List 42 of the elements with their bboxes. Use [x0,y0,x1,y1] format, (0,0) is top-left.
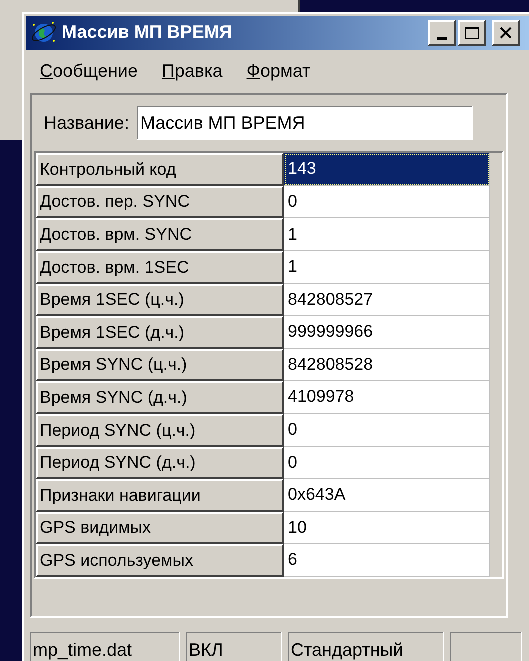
status-panel-empty [450,632,522,661]
value-cell[interactable]: 10 [284,512,490,544]
menu-item[interactable]: Правка [162,58,223,85]
row-header: Время SYNC (д.ч.) [36,381,284,414]
row-header: Время 1SEC (д.ч.) [36,316,284,349]
status-panel: mp_time.dat [30,632,180,661]
row-header: GPS используемых [36,544,284,577]
value-cell[interactable]: 0 [284,414,490,447]
row-header: Контрольный код [36,153,284,186]
value-cell[interactable]: 842808528 [284,348,490,382]
row-header: Время SYNC (ц.ч.) [36,348,284,382]
name-label: Название: [44,112,130,135]
minimize-icon [437,36,447,40]
status-panel: Стандартный [288,632,444,661]
maximize-icon [465,26,479,39]
row-header: Период SYNC (д.ч.) [36,446,284,480]
minimize-button[interactable] [428,20,456,46]
row-header: Достов. врм. 1SEC [36,251,284,284]
maximize-button[interactable] [458,20,486,46]
row-header: Достов. пер. SYNC [36,186,284,218]
value-cell[interactable]: 143 [284,153,490,186]
value-cell[interactable]: 1 [284,251,490,284]
value-cell[interactable]: 4109978 [284,381,490,414]
value-cell[interactable]: 0 [284,446,490,480]
window-title: Массив МП ВРЕМЯ [62,21,234,44]
value-cell[interactable]: 999999966 [284,316,490,349]
value-cell[interactable]: 0x643A [284,479,490,512]
name-field[interactable]: Массив МП ВРЕМЯ [137,106,474,140]
close-button[interactable] [492,20,520,46]
value-cell[interactable]: 842808527 [284,284,490,316]
row-header: GPS видимых [36,512,284,544]
close-icon [500,26,512,39]
value-cell[interactable]: 1 [284,218,490,252]
row-header: Время 1SEC (ц.ч.) [36,284,284,316]
row-header: Достов. врм. SYNC [36,218,284,252]
menu-item[interactable]: Формат [246,58,311,85]
row-header: Признаки навигации [36,479,284,512]
value-cell[interactable]: 6 [284,544,490,577]
status-panel: ВКЛ [186,632,282,661]
row-header: Период SYNC (ц.ч.) [36,414,284,447]
value-cell[interactable]: 0 [284,186,490,218]
menu-item[interactable]: Сообщение [40,58,138,85]
